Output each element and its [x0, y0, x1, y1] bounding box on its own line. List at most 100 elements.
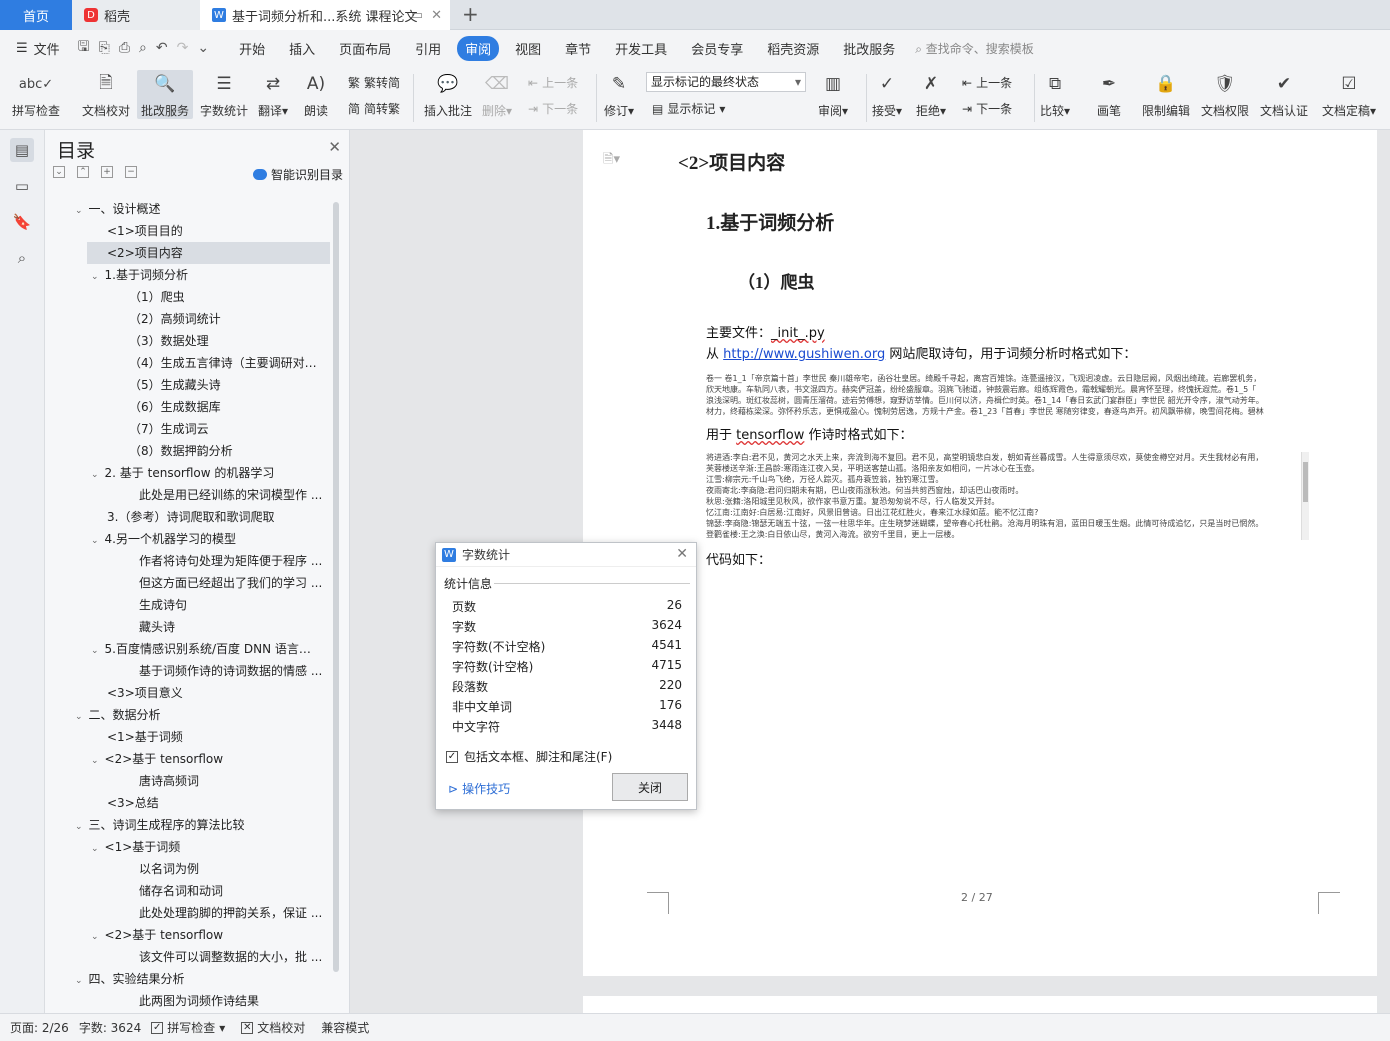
doc-certify-button[interactable]: ✔ 文档认证 [1260, 70, 1308, 119]
toc-item[interactable]: 但这方面已经超出了我们的学习 ... [139, 572, 328, 594]
accept-button[interactable]: ✓ 接受▾ [872, 70, 902, 119]
chevron-down-icon[interactable]: ⌄ [91, 272, 99, 282]
toc-item[interactable]: 唐诗高频词 [139, 770, 328, 792]
add-entry-icon[interactable]: + [101, 166, 113, 178]
pen-button[interactable]: ✒ 画笔 [1096, 70, 1122, 119]
menu-tab-2[interactable]: 页面布局 [331, 36, 399, 61]
word-count-indicator[interactable]: 字数: 3624 [79, 1019, 141, 1036]
close-icon[interactable]: ✕ [676, 546, 688, 562]
sample-scrollbar[interactable] [1301, 452, 1309, 540]
read-aloud-button[interactable]: A) 朗读 [303, 70, 329, 119]
next-comment-button[interactable]: ⇥ 下一条 [528, 100, 578, 117]
restore-window-icon[interactable]: ▭ [411, 8, 423, 23]
toc-item[interactable]: ⌄ 1.基于词频分析 [91, 264, 312, 286]
file-menu[interactable]: ☰ 文件 [8, 36, 68, 61]
doc-permission-button[interactable]: 🛡 文档权限 [1201, 70, 1249, 119]
chevron-down-icon[interactable]: ⌄ [75, 206, 83, 216]
tips-link[interactable]: ⊳ 操作技巧 [448, 780, 510, 797]
show-markup-button[interactable]: ▤ 显示标记 ▾ [652, 100, 725, 117]
chevron-down-icon[interactable]: ⌄ [91, 756, 99, 766]
remove-entry-icon[interactable]: − [125, 166, 137, 178]
toc-item[interactable]: （5）生成藏头诗 [129, 374, 328, 396]
spell-check-button[interactable]: abc✓ 拼写检查 [12, 70, 60, 119]
toc-item[interactable]: 3.（参考）诗词爬取和歌词爬取 [107, 506, 328, 528]
tab-home[interactable]: 首页 [0, 0, 72, 30]
sample-scroll-thumb[interactable] [1303, 462, 1308, 502]
redo-icon[interactable]: ↷ [177, 40, 189, 56]
menu-tab-10[interactable]: 批改服务 [835, 36, 903, 61]
toc-item[interactable]: 储存名词和动词 [139, 880, 328, 902]
close-button[interactable]: 关闭 [612, 773, 688, 801]
toc-item[interactable]: （7）生成词云 [129, 418, 328, 440]
review-pane-button[interactable]: ▥ 审阅▾ [818, 70, 848, 119]
command-search[interactable]: ⌕ 查找命令、搜索模板 [915, 40, 1034, 57]
customize-icon[interactable]: ⌄ [197, 40, 209, 56]
menu-tab-3[interactable]: 引用 [407, 36, 449, 61]
toc-item[interactable]: <1>基于词频 [107, 726, 328, 748]
toc-item[interactable]: ⌄ 2. 基于 tensorflow 的机器学习 [91, 462, 312, 484]
toc-item[interactable]: ⌄ 一、设计概述 [75, 198, 312, 220]
source-url-link[interactable]: http://www.gushiwen.org [723, 347, 885, 362]
toc-item[interactable]: （6）生成数据库 [129, 396, 328, 418]
chevron-down-icon[interactable]: ⌄ [75, 976, 83, 986]
menu-tab-4[interactable]: 审阅 [457, 35, 500, 61]
expand-all-icon[interactable]: ⌃ [77, 166, 89, 178]
finalize-button[interactable]: ☑ 文档定稿▾ [1322, 70, 1376, 119]
correction-service-button[interactable]: 🔍 批改服务 [137, 70, 193, 119]
menu-tab-1[interactable]: 插入 [281, 36, 323, 61]
toc-item[interactable]: （2）高频词统计 [129, 308, 328, 330]
prev-comment-button[interactable]: ⇤ 上一条 [528, 74, 578, 91]
chapter-panel-icon[interactable]: ▭ [10, 174, 34, 198]
toc-item[interactable]: 藏头诗 [139, 616, 328, 638]
chevron-down-icon[interactable]: ⌄ [75, 822, 83, 832]
toc-item[interactable]: （1）爬虫 [129, 286, 328, 308]
menu-tab-8[interactable]: 会员专享 [683, 36, 751, 61]
bookmark-icon[interactable]: 🔖 [10, 210, 34, 234]
translate-button[interactable]: ⇄ 翻译▾ [258, 70, 288, 119]
smart-toc-button[interactable]: 智能识别目录 [252, 166, 343, 183]
proofread-status[interactable]: ✕ 文档校对 [241, 1019, 305, 1036]
proofread-button[interactable]: 🗎 文档校对 [82, 70, 130, 119]
chevron-down-icon[interactable]: ⌄ [91, 646, 99, 656]
markup-state-select[interactable]: 显示标记的最终状态 ▾ [646, 72, 806, 92]
toc-item[interactable]: ⌄ 三、诗词生成程序的算法比较 [75, 814, 312, 836]
search-icon[interactable]: ⌕ [10, 246, 34, 270]
delete-comment-button[interactable]: ⌫ 删除▾ [482, 70, 512, 119]
reject-button[interactable]: ✗ 拒绝▾ [916, 70, 946, 119]
collapse-all-icon[interactable]: ⌄ [53, 166, 65, 178]
print-icon[interactable]: ⎙ [119, 40, 130, 56]
chevron-down-icon[interactable]: ⌄ [91, 844, 99, 854]
toc-item[interactable]: （8）数据押韵分析 [129, 440, 328, 462]
trad-to-simp-button[interactable]: 繁繁转简 [348, 74, 400, 91]
chevron-down-icon[interactable]: ⌄ [91, 470, 99, 480]
toc-item[interactable]: 作者将诗句处理为矩阵便于程序 ... [139, 550, 328, 572]
toc-item[interactable]: ⌄ 二、数据分析 [75, 704, 312, 726]
simp-to-trad-button[interactable]: 简简转繁 [348, 100, 400, 117]
chevron-down-icon[interactable]: ⌄ [75, 712, 83, 722]
include-textbox-checkbox[interactable]: ✓ 包括文本框、脚注和尾注(F) [446, 748, 612, 765]
toc-item[interactable]: 此处是用已经训练的宋词模型作 ... [139, 484, 328, 506]
menu-tab-6[interactable]: 章节 [557, 36, 599, 61]
toc-scrollbar[interactable] [333, 202, 339, 972]
toc-item[interactable]: ⌄ <2>基于 tensorflow [91, 924, 312, 946]
toc-item[interactable]: 生成诗句 [139, 594, 328, 616]
toc-item[interactable]: ⌄ 4.另一个机器学习的模型 [91, 528, 312, 550]
prev-change-button[interactable]: ⇤ 上一条 [962, 74, 1012, 91]
toc-item[interactable]: <1>项目目的 [107, 220, 328, 242]
close-tab-icon[interactable]: ✕ [431, 8, 442, 23]
track-changes-button[interactable]: ✎ 修订▾ [604, 70, 634, 119]
toc-item[interactable]: <3>总结 [107, 792, 328, 814]
doc-options-icon[interactable]: 🗎▾ [603, 150, 620, 172]
toc-item[interactable]: 此两图为词频作诗结果 [139, 990, 328, 1012]
tab-document[interactable]: W 基于词频分析和...系统 课程论文 ▭ ✕ [200, 0, 450, 30]
menu-tab-5[interactable]: 视图 [507, 36, 549, 61]
toc-item[interactable]: （4）生成五言律诗（主要调研对象 ... [129, 352, 328, 374]
toc-item[interactable]: 基于词频作诗的诗词数据的情感 ... [139, 660, 328, 682]
chevron-down-icon[interactable]: ⌄ [91, 536, 99, 546]
toc-item[interactable]: <3>项目意义 [107, 682, 328, 704]
toc-item[interactable]: ⌄ <2>基于 tensorflow [91, 748, 312, 770]
menu-tab-7[interactable]: 开发工具 [607, 36, 675, 61]
restrict-editing-button[interactable]: 🔒 限制编辑 [1142, 70, 1190, 119]
export-pdf-icon[interactable]: ⎘ [99, 40, 110, 56]
toc-item[interactable]: ⌄ <1>基于词频 [91, 836, 312, 858]
